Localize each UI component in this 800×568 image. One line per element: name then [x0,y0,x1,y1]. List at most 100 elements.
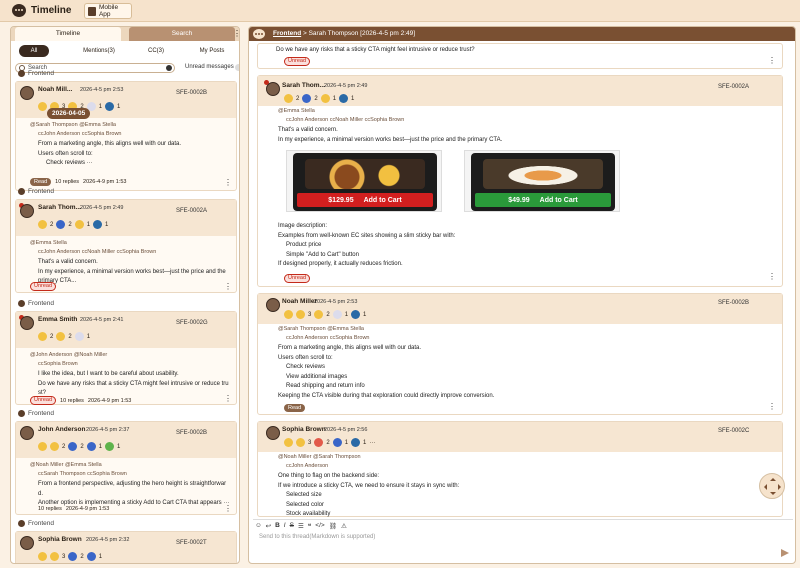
panel-menu-icon[interactable]: ⋮ [233,29,239,39]
emoji-icon[interactable] [38,552,47,561]
glasses-icon[interactable] [351,310,361,319]
avatar [266,82,280,96]
right-arrow-icon[interactable] [778,484,784,490]
cc-list: ccSarah Thompson ccSophia Brown [38,471,127,477]
warning-icon[interactable]: ⚠ [341,522,347,530]
thumbs-up-icon[interactable] [296,438,305,447]
status-badge: Unread [30,282,57,291]
author-name: Sophia Brown [38,536,82,543]
avatar [20,426,34,440]
more-icon[interactable]: ⋮ [768,272,776,281]
list-icon[interactable]: ☰ [298,522,304,530]
link-icon[interactable]: ⛓ [329,522,337,530]
speech-icon[interactable] [74,332,84,341]
message-composer[interactable]: ☺ ↩ B I S ☰ ❝ </> ⛓ ⚠ Send to this threa… [253,519,793,561]
strike-icon[interactable]: S [290,522,294,530]
thumbs-up-icon[interactable] [56,332,66,341]
tab-mobile-app[interactable]: Mobile App [84,3,132,19]
post-footer: Read [284,404,306,412]
reply-icon[interactable]: ↩ [266,522,271,530]
toggle-switch[interactable] [235,64,239,71]
message-body: Do we have any risks that a sticky CTA m… [276,47,475,53]
more-icon[interactable]: ⋮ [768,56,776,65]
ticket-id: SFE-0002T [176,540,207,546]
emoji-icon[interactable] [38,442,47,451]
bold-icon[interactable]: B [275,522,280,530]
up-arrow-icon[interactable] [770,475,776,481]
pasta-image[interactable]: $49.99 Add to Cart [464,150,620,212]
more-icon[interactable]: ⋮ [224,282,232,291]
magnify-icon[interactable] [339,94,349,103]
message-body: Image description: Examples from well-kn… [278,223,456,267]
mentions: @Emma Stella [278,108,315,114]
reaction-bar: 2 2 1 1 [38,442,120,451]
eyes-icon[interactable] [86,552,96,561]
speech-icon[interactable] [332,310,342,319]
emoji-icon[interactable] [38,102,47,111]
emoji-icon[interactable]: ☺ [255,522,262,530]
magnify-icon[interactable] [351,438,361,447]
filter-mentions[interactable]: Mentions(3) [79,45,119,57]
filter-cc[interactable]: CC(3) [141,45,171,57]
laugh-icon[interactable] [314,438,324,447]
breadcrumb-topic[interactable]: Frontend [273,30,301,37]
italic-icon[interactable]: I [284,522,286,530]
reply-time: 2026-4-9 pm 1:53 [83,179,127,185]
cc-list: ccSophia Brown [38,361,78,367]
filter-all[interactable]: All [19,45,49,57]
magnify-icon[interactable] [93,220,103,229]
reaction-bar: 3 2 1 1 [284,310,366,319]
more-icon[interactable]: ⋮ [224,178,232,187]
timeline-card[interactable]: Frontend Emma Smith 2026-4-5 pm 2:41 SFE… [15,300,237,405]
replies-count[interactable]: 10 replies [38,506,62,512]
tab-search[interactable]: Search [129,27,235,41]
timeline-card[interactable]: Frontend Sarah Thom... 2026-4-5 pm 2:49 … [15,188,237,293]
clap-icon[interactable] [74,220,84,229]
eyes-icon[interactable] [68,552,78,561]
thumbs-up-icon[interactable] [50,442,59,451]
filter-my-posts[interactable]: My Posts [195,45,229,57]
send-icon[interactable] [781,549,789,557]
emoji-icon[interactable] [284,438,293,447]
replies-count[interactable]: 10 replies [60,398,84,404]
timeline-card[interactable]: Frontend Noah Mill... 2026-4-5 pm 2:53 S… [15,70,237,191]
emoji-icon[interactable] [38,332,47,341]
glasses-icon[interactable] [105,102,115,111]
mentions: @Sarah Thompson @Emma Stella [278,326,364,332]
clear-icon[interactable] [166,65,172,71]
timeline-card[interactable]: Frontend Sophia Brown 2026-4-5 pm 2:32 S… [15,520,237,563]
emoji-icon[interactable] [284,94,293,103]
code-icon[interactable]: </> [315,522,324,530]
emoji-icon[interactable] [38,220,47,229]
tab-timeline[interactable]: Timeline [15,27,121,41]
left-arrow-icon[interactable] [761,484,767,490]
eyes-icon[interactable] [56,220,66,229]
burger-image[interactable]: $129.95 Add to Cart [286,150,442,212]
card-footer: Read 10 replies 2026-4-9 pm 1:53 [30,178,126,186]
timeline-panel: Timeline Search ⋮ All Mentions(3) CC(3) … [10,26,240,564]
more-icon[interactable]: ⋮ [224,394,232,403]
thumbs-up-icon[interactable] [296,310,305,319]
eyes-icon[interactable] [68,442,78,451]
scroll-navigator[interactable] [759,473,785,499]
checkmark-icon[interactable] [105,442,115,451]
topic-icon [18,520,25,527]
clap-icon[interactable] [320,94,330,103]
down-arrow-icon[interactable] [770,492,776,498]
sticky-cta-red: $129.95 Add to Cart [297,193,433,207]
eyes-icon[interactable] [86,442,96,451]
emoji-icon[interactable] [284,310,293,319]
eyes-icon[interactable] [332,438,342,447]
composer-input[interactable]: Send to this thread(Markdown is supporte… [259,534,375,540]
more-icon[interactable]: ⋮ [224,504,232,513]
clap-icon[interactable] [314,310,324,319]
timeline-card[interactable]: Frontend John Anderson 2026-4-5 pm 2:37 … [15,410,237,515]
quote-icon[interactable]: ❝ [308,522,312,530]
more-icon[interactable]: ⋮ [768,402,776,411]
pasta-photo [483,159,603,189]
eyes-icon[interactable] [302,94,312,103]
replies-count[interactable]: 10 replies [55,179,79,185]
unread-toggle[interactable]: Unread messages [185,64,239,71]
thread-post: Do we have any risks that a sticky CTA m… [257,43,783,69]
thumbs-up-icon[interactable] [50,552,59,561]
